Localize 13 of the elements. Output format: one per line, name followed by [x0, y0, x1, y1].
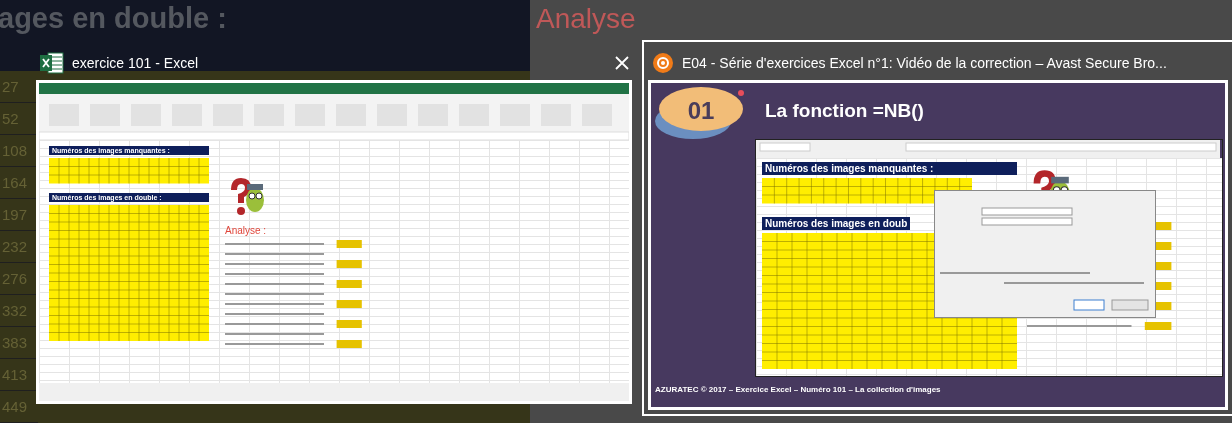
- analysis-title: Analyse :: [225, 225, 268, 236]
- window-title: exercice 101 - Excel: [72, 55, 200, 71]
- spreadsheet-app-icon: [40, 52, 64, 74]
- browser-app-icon: [652, 52, 674, 74]
- table-heading: Numéros des images manquantes :: [762, 162, 1017, 175]
- slide-footer: AZURATEC © 2017 – Exercice Excel – Numéro 101 – La collection d'images: [651, 377, 1225, 394]
- window-title: E04 - Série d'exercices Excel n°1: Vidéo de la correction – Avast Secure Bro...: [682, 55, 1168, 71]
- background-analysis-heading: Analyse: [536, 2, 636, 35]
- table-heading: Numéros des images en doub: [762, 216, 911, 230]
- window-thumbnail[interactable]: 01 La fonction =NB() Numéros des images manquantes : Numéros des images en doub AZURATEC © 2017 – Exercice Excel – Numéro 101 – La collection d'images: [648, 80, 1228, 410]
- slide-title: La fonction =NB(): [765, 100, 924, 122]
- step-number: 01: [687, 97, 715, 125]
- close-icon: [614, 55, 630, 71]
